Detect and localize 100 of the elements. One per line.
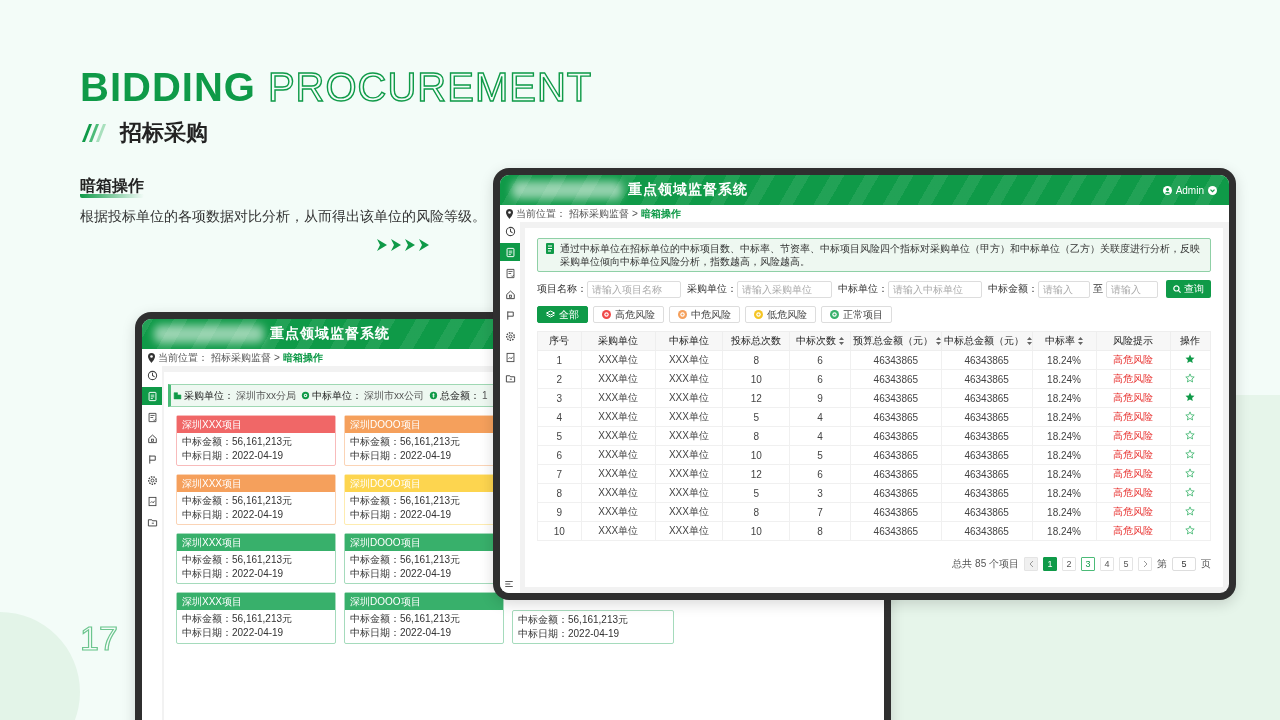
target-icon <box>301 391 310 400</box>
summary-value: 深圳市xx分局 <box>236 388 296 403</box>
checklist-icon <box>146 411 158 423</box>
description: 根据投标单位的各项数据对比分析，从而得出该单位的风险等级。 <box>80 208 480 226</box>
field-label: 项目名称： <box>537 282 587 296</box>
column-header: 风险提示 <box>1096 331 1171 351</box>
filter-tab[interactable]: 高危风险 <box>593 306 664 323</box>
field-label: 中标金额： <box>988 282 1038 296</box>
field-label: 采购单位： <box>687 282 738 296</box>
breadcrumb-link[interactable]: 招标采购监督 <box>211 350 271 365</box>
table-cell: 18.24% <box>1032 521 1096 541</box>
page-button[interactable]: 2 <box>1062 557 1076 571</box>
table-cell: 18.24% <box>1032 350 1096 370</box>
title-bold: BIDDING <box>80 64 256 111</box>
risk-label: 高危风险 <box>1096 445 1171 465</box>
goto-label: 页 <box>1201 557 1211 571</box>
sort-icon[interactable] <box>1078 337 1084 345</box>
table-cell: 8 <box>722 426 790 446</box>
table-cell: 46343865 <box>941 445 1033 465</box>
summary-value: 深圳市xx公司 <box>364 388 424 403</box>
section-heading: 暗箱操作 <box>80 176 144 198</box>
page-button[interactable]: 3 <box>1081 557 1095 571</box>
table-cell: XXX单位 <box>655 483 723 503</box>
summary-value: 1 <box>482 390 488 401</box>
table-cell: 18.24% <box>1032 483 1096 503</box>
table-cell: 18.24% <box>1032 407 1096 427</box>
input-field[interactable]: 请输入中标单位 <box>887 280 982 298</box>
next-page-button[interactable] <box>1138 557 1152 571</box>
page-button[interactable]: 4 <box>1100 557 1114 571</box>
page-input[interactable]: 5 <box>1172 557 1196 571</box>
table-cell: 5 <box>722 483 790 503</box>
amount-line: 中标金额：56,161,213元 <box>182 495 293 507</box>
date-line: 中标日期：2022-04-19 <box>182 450 284 462</box>
table-cell: 4 <box>789 426 851 446</box>
column-header[interactable]: 中标率 <box>1032 331 1096 351</box>
risk-label: 高危风险 <box>1096 388 1171 408</box>
table-cell: 46343865 <box>941 407 1033 427</box>
table-cell: 46343865 <box>850 350 942 370</box>
star-outline-icon[interactable] <box>1185 506 1196 516</box>
table-cell: XXX单位 <box>655 521 723 541</box>
table-cell: XXX单位 <box>655 388 723 408</box>
notice-text: 通过中标单位在招标单位的中标项目数、中标率、节资率、中标项目风险四个指标对采购单位（甲方）和中标单位（乙方）关联度进行分析，反映采购单位倾向中标单位风险分析，指数越高，风险越高。 <box>560 242 1201 268</box>
input-field[interactable]: 请输入项目名称 <box>587 280 682 298</box>
table-cell: 9 <box>537 502 582 522</box>
breadcrumb-label: 当前位置： <box>158 350 208 365</box>
star-outline-icon[interactable] <box>1185 468 1196 478</box>
risk-label: 高危风险 <box>1096 502 1171 522</box>
star-filled-icon[interactable] <box>1185 354 1196 364</box>
input-field[interactable]: 请输入 <box>1038 280 1090 298</box>
star-outline-icon[interactable] <box>1185 430 1196 440</box>
search-button[interactable]: 查询 <box>1166 280 1211 298</box>
filter-tab[interactable]: 中危风险 <box>669 306 740 323</box>
star-outline-icon[interactable] <box>1185 373 1196 383</box>
star-outline-icon[interactable] <box>1185 525 1196 535</box>
star-outline-icon[interactable] <box>1185 411 1196 421</box>
amount-line: 中标金额：56,161,213元 <box>182 436 293 448</box>
filter-tab[interactable]: 全部 <box>537 306 588 323</box>
table-cell: XXX单位 <box>655 407 723 427</box>
star-filled-icon[interactable] <box>1185 392 1196 402</box>
input-field[interactable]: 请输入 <box>1106 280 1158 298</box>
date-line: 中标日期：2022-04-19 <box>182 509 284 521</box>
star-outline-icon[interactable] <box>1185 449 1196 459</box>
breadcrumb-link[interactable]: 招标采购监督 <box>569 206 629 221</box>
home-icon <box>504 288 516 300</box>
table-cell: XXX单位 <box>581 445 656 465</box>
table-cell: 46343865 <box>850 445 942 465</box>
page-button[interactable]: 1 <box>1043 557 1057 571</box>
table-cell: 18.24% <box>1032 464 1096 484</box>
risk-label: 高危风险 <box>1096 464 1171 484</box>
column-header[interactable]: 中标总金额（元） <box>941 331 1033 351</box>
table-cell: 18.24% <box>1032 502 1096 522</box>
subtitle: 招标采购 <box>120 119 208 147</box>
column-header[interactable]: 中标次数 <box>789 331 851 351</box>
menu-icon[interactable] <box>504 579 514 589</box>
table-cell: XXX单位 <box>581 407 656 427</box>
risk-label: 高危风险 <box>1096 521 1171 541</box>
sort-icon[interactable] <box>839 337 845 345</box>
table-cell: 18.24% <box>1032 369 1096 389</box>
table-cell: 7 <box>537 464 582 484</box>
document-icon <box>546 243 554 254</box>
table-cell: 18.24% <box>1032 426 1096 446</box>
date-line: 中标日期：2022-04-19 <box>350 568 452 580</box>
goto-label: 第 <box>1157 557 1167 571</box>
table-cell: 46343865 <box>850 483 942 503</box>
table-cell: 46343865 <box>850 426 942 446</box>
checklist-icon <box>504 267 516 279</box>
filter-tab[interactable]: 正常项目 <box>821 306 892 323</box>
table-cell: XXX单位 <box>655 464 723 484</box>
table-cell: 12 <box>722 464 790 484</box>
column-header[interactable]: 预算总金额（元） <box>850 331 942 351</box>
input-field[interactable]: 请输入采购单位 <box>737 280 832 298</box>
table-cell: XXX单位 <box>581 464 656 484</box>
star-outline-icon[interactable] <box>1185 487 1196 497</box>
breadcrumb-separator: > <box>274 352 280 363</box>
date-line: 中标日期：2022-04-19 <box>182 568 284 580</box>
clock-icon <box>504 225 516 237</box>
page-button[interactable]: 5 <box>1119 557 1133 571</box>
filter-tab[interactable]: 低危风险 <box>745 306 816 323</box>
table-cell: 8 <box>789 521 851 541</box>
chevron-left-icon <box>1028 560 1034 568</box>
